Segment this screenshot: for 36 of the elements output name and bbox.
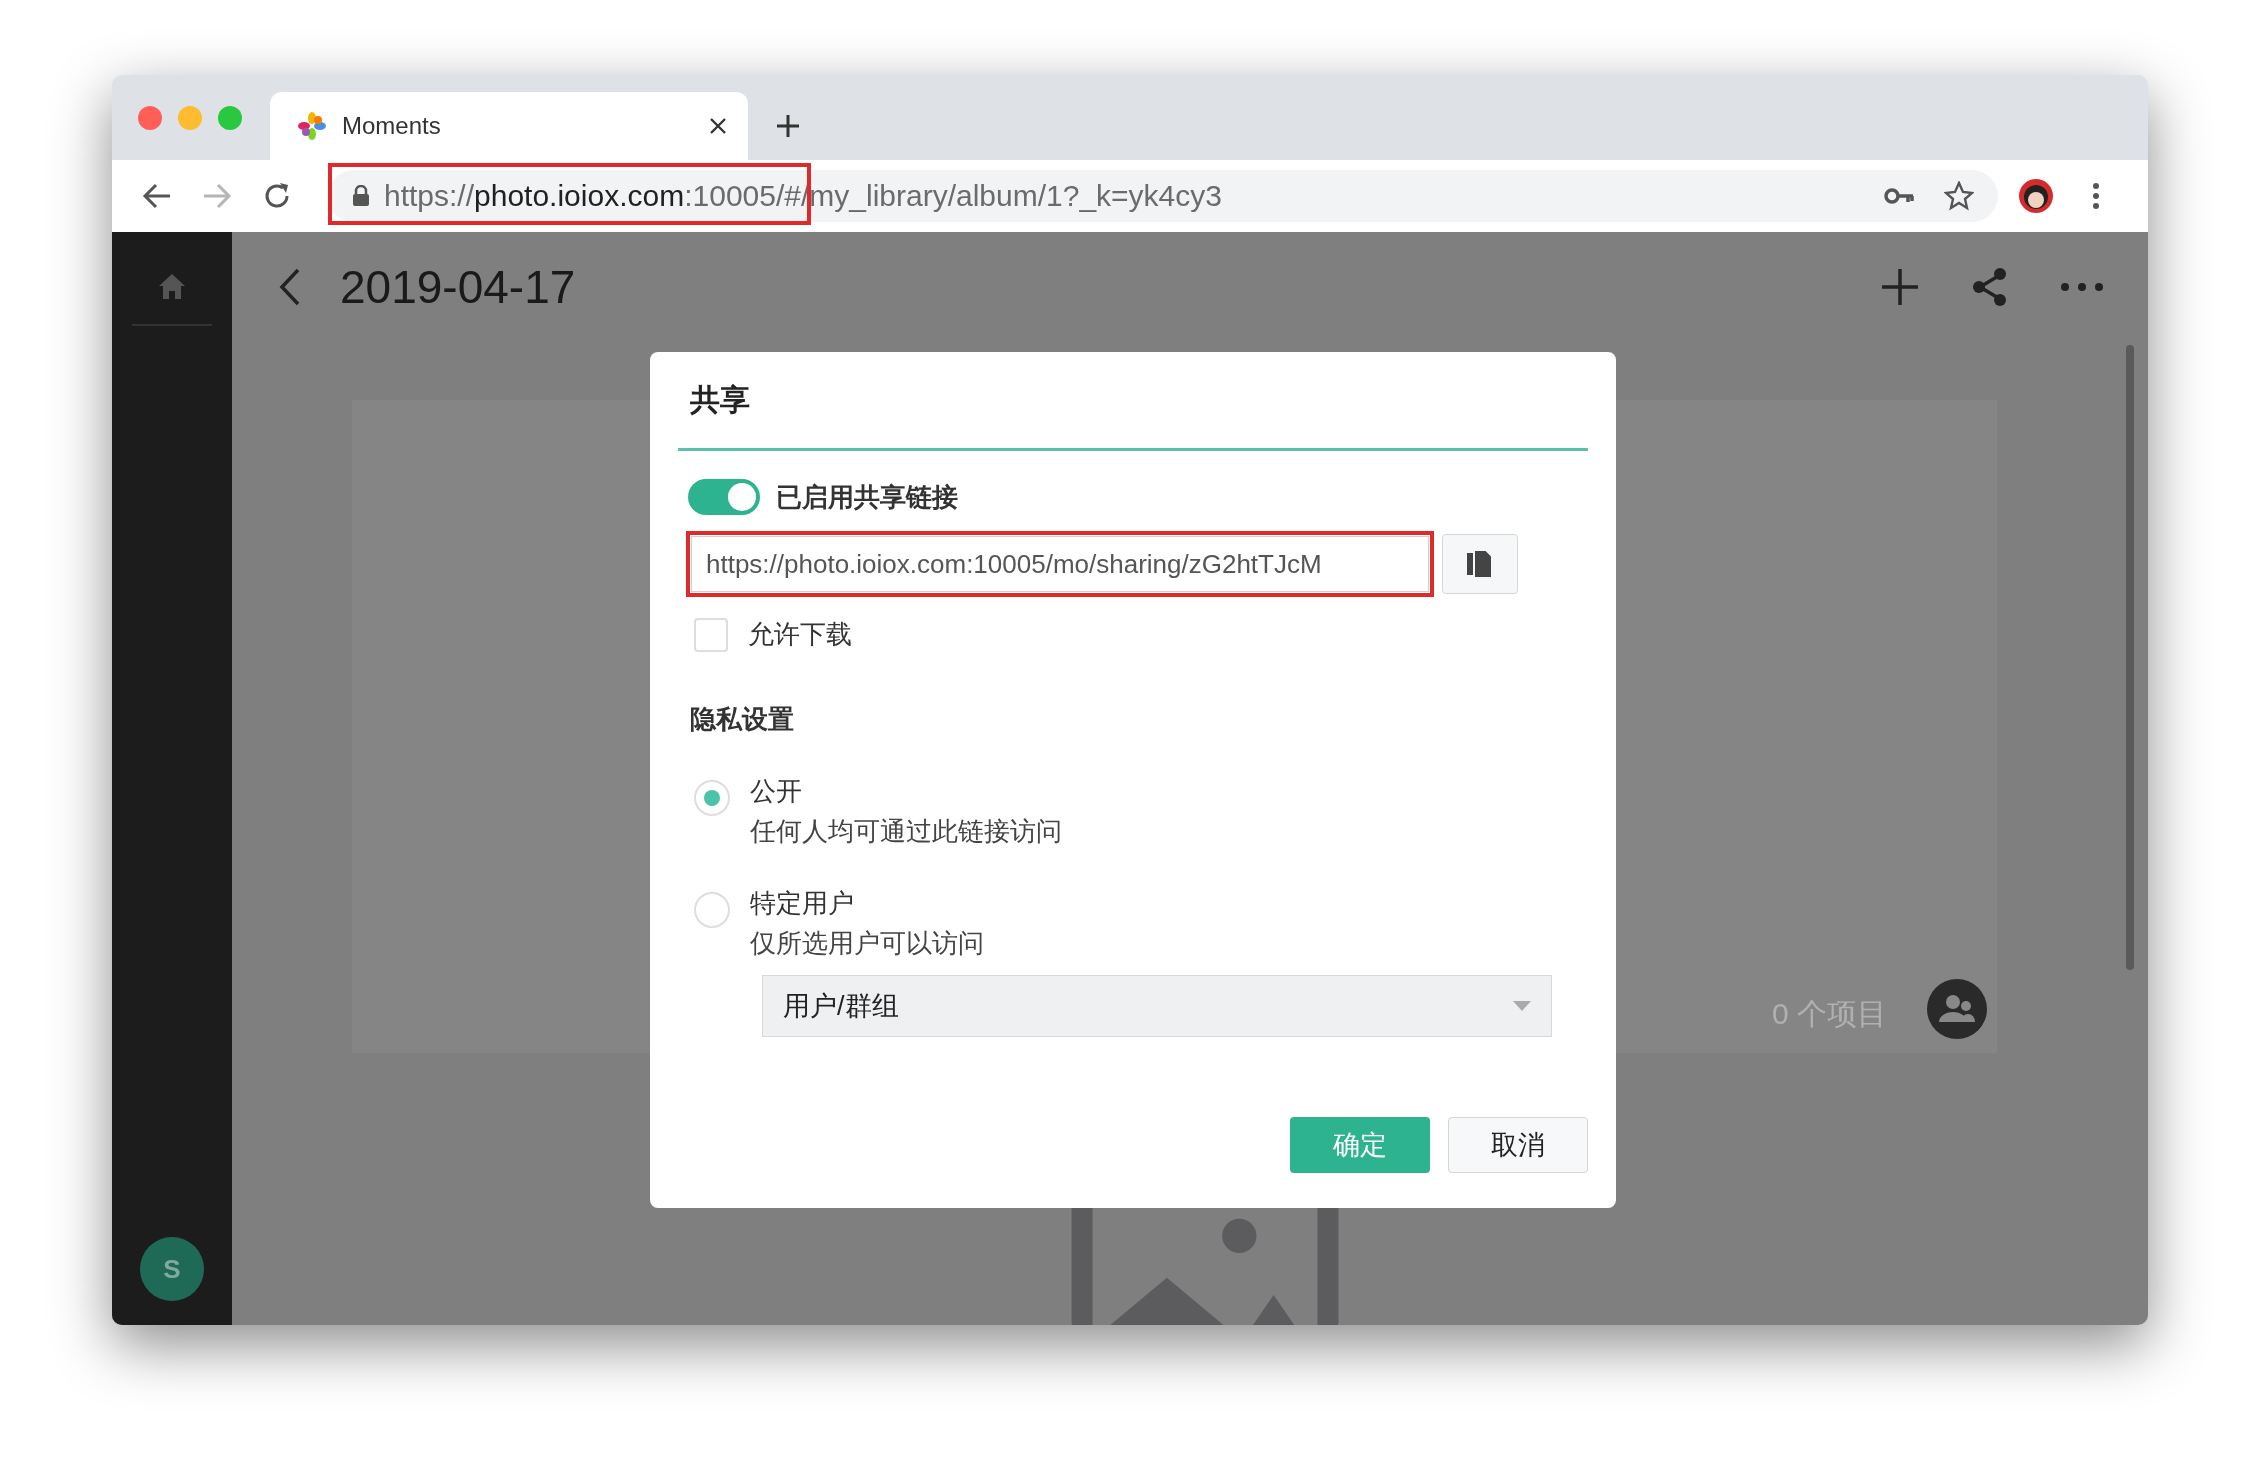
star-icon[interactable] [1944,181,1974,211]
cancel-button[interactable]: 取消 [1448,1117,1588,1173]
tab-title: Moments [342,112,442,140]
close-window-icon[interactable] [138,106,162,130]
home-icon[interactable] [157,272,187,300]
link-field[interactable]: https://photo.ioiox.com:10005/mo/sharing/zG2htTJcM [691,536,1429,592]
scrollbar[interactable] [2126,345,2134,970]
option-description: 任何人均可通过此链接访问 [750,815,1062,848]
radio-button[interactable] [694,780,730,816]
radio-button[interactable] [694,892,730,928]
dialog-title: 共享 [689,382,751,418]
option-label: 公开 [750,775,803,808]
menu-icon[interactable] [2092,181,2100,211]
option-label: 特定用户 [750,887,855,920]
lock-icon [352,185,370,207]
avatar-icon[interactable] [2018,178,2054,214]
plus-icon[interactable] [776,114,800,138]
copy-button[interactable] [1442,534,1518,594]
option-description: 仅所选用户可以访问 [750,927,984,960]
people-icon [1939,993,1975,1024]
section-heading: 隐私设置 [690,703,795,736]
checkbox[interactable] [694,617,728,652]
back-icon[interactable] [142,181,172,211]
caret-icon [1513,1001,1531,1011]
toggle-switch[interactable] [688,479,760,515]
user-select[interactable]: 用户/群组 [762,975,1552,1037]
flower-icon [298,112,326,140]
plus-icon[interactable] [1880,266,1920,307]
back-icon[interactable] [278,266,302,307]
toggle-label: 已启用共享链接 [776,480,958,514]
checkbox-label: 允许下载 [748,618,852,651]
browser-tab[interactable]: Moments [270,92,748,160]
album-title: 2019-04-17 [340,259,577,314]
more-icon[interactable] [2060,281,2104,292]
key-icon[interactable] [1884,186,1914,206]
close-icon[interactable] [708,116,728,136]
